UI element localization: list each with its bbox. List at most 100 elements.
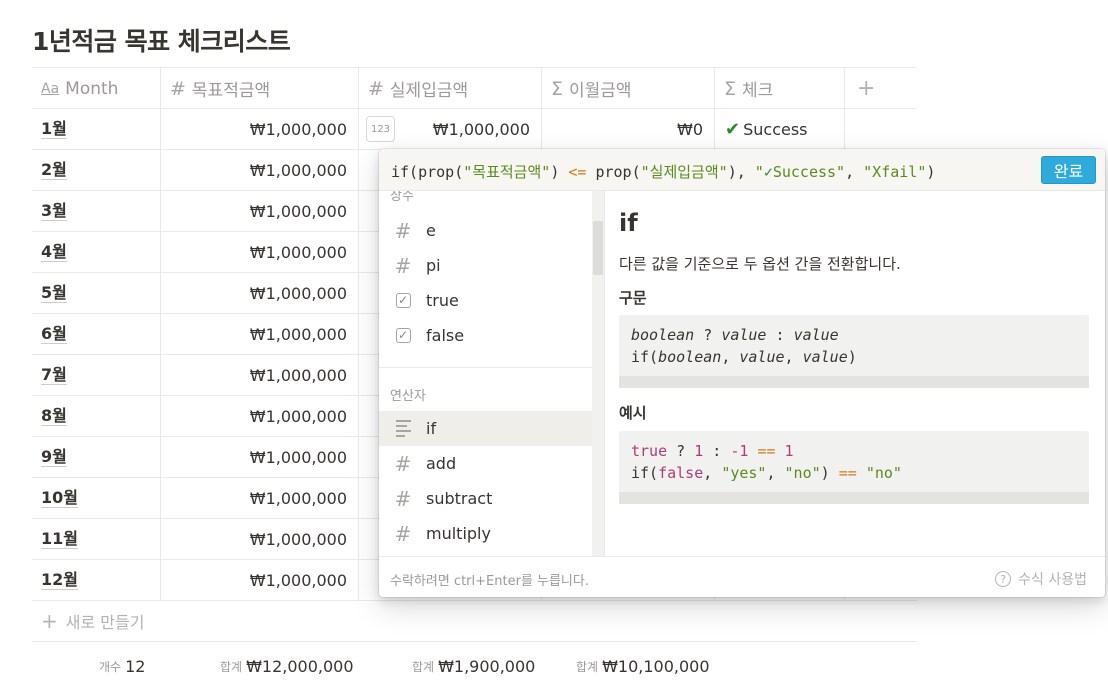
cell-target-amount[interactable]: ₩1,000,000 xyxy=(161,560,359,600)
formula-input-bar[interactable]: if(prop("목표적금액") <= prop("실제입금액"), "✓Suc… xyxy=(379,149,1105,191)
syntax-code-block: boolean ? value : value if(boolean, valu… xyxy=(619,315,1089,388)
function-item-e[interactable]: # e xyxy=(379,213,592,248)
cell-month[interactable]: 12월 xyxy=(32,560,161,600)
function-item-label: false xyxy=(426,326,465,345)
function-item-label: pi xyxy=(426,256,441,275)
formula-icon: Σ xyxy=(551,77,564,100)
checkbox-icon: ✓ xyxy=(394,292,412,310)
cell-month[interactable]: 1월 xyxy=(32,109,161,149)
function-description: 다른 값을 기준으로 두 옵션 간을 전환합니다. xyxy=(619,255,901,273)
column-header-actual[interactable]: # 실제입금액 xyxy=(359,68,542,109)
month-label: 2월 xyxy=(41,159,67,180)
code-scrollbar[interactable] xyxy=(619,492,1089,504)
month-label: 12월 xyxy=(41,569,78,590)
function-item-add[interactable]: # add xyxy=(379,446,592,481)
checkbox-icon: ✓ xyxy=(394,327,412,345)
footer-value: 12 xyxy=(125,656,146,676)
cell-month[interactable]: 5월 xyxy=(32,273,161,313)
table-row[interactable]: 1월 ₩1,000,000 123 ₩1,000,000 ₩0 ✔ Success xyxy=(32,109,917,150)
month-label: 7월 xyxy=(41,364,67,385)
function-list: 상수 # e # pi ✓ true ✓ false 연산자 if # add # subtract #… xyxy=(379,191,592,556)
cell-month[interactable]: 11월 xyxy=(32,519,161,559)
popup-footer: 수락하려면 ctrl+Enter를 누릅니다. ? 수식 사용법 xyxy=(379,556,1105,597)
number-format-badge[interactable]: 123 xyxy=(366,116,395,142)
check-value: Success xyxy=(743,119,808,139)
function-item-pi[interactable]: # pi xyxy=(379,248,592,283)
syntax-heading: 구문 xyxy=(619,289,647,307)
section-label-operators: 연산자 xyxy=(390,389,426,404)
cell-target-amount[interactable]: ₩1,000,000 xyxy=(161,150,359,190)
number-icon: # xyxy=(394,486,412,511)
month-label: 11월 xyxy=(41,528,78,549)
function-item-multiply[interactable]: # multiply xyxy=(379,516,592,551)
cell-month[interactable]: 4월 xyxy=(32,232,161,272)
cell-actual-amount[interactable]: 123 ₩1,000,000 xyxy=(359,109,542,149)
function-item-true[interactable]: ✓ true xyxy=(379,283,592,318)
cell-month[interactable]: 2월 xyxy=(32,150,161,190)
example-heading: 예시 xyxy=(619,404,647,422)
footer-target-sum[interactable]: 합계 ₩12,000,000 xyxy=(220,646,354,686)
column-header-target[interactable]: # 목표적금액 xyxy=(161,68,359,109)
function-item-false[interactable]: ✓ false xyxy=(379,318,592,353)
new-row-button[interactable]: + 새로 만들기 xyxy=(32,601,917,642)
footer-label: 합계 xyxy=(220,659,243,674)
number-icon: # xyxy=(368,77,384,100)
month-label: 4월 xyxy=(41,241,67,262)
footer-label: 합계 xyxy=(576,659,599,674)
plus-icon: + xyxy=(857,76,876,101)
done-button[interactable]: 완료 xyxy=(1041,156,1096,184)
plus-icon: + xyxy=(41,609,58,633)
column-label: 목표적금액 xyxy=(191,81,271,101)
cell-month[interactable]: 10월 xyxy=(32,478,161,518)
code-scrollbar[interactable] xyxy=(619,376,1089,388)
cell-month[interactable]: 8월 xyxy=(32,396,161,436)
footer-value: ₩12,000,000 xyxy=(246,656,354,676)
cell-target-amount[interactable]: ₩1,000,000 xyxy=(161,355,359,395)
help-icon: ? xyxy=(995,571,1012,587)
table-footer: 개수 12 합계 ₩12,000,000 합계 ₩1,900,000 합계 ₩1… xyxy=(32,646,917,686)
cell-target-amount[interactable]: ₩1,000,000 xyxy=(161,396,359,436)
cell-target-amount[interactable]: ₩1,000,000 xyxy=(161,314,359,354)
month-label: 3월 xyxy=(41,200,67,221)
cell-target-amount[interactable]: ₩1,000,000 xyxy=(161,191,359,231)
cell-target-amount[interactable]: ₩1,000,000 xyxy=(161,232,359,272)
formula-icon: Σ xyxy=(724,77,737,100)
function-item-subtract[interactable]: # subtract xyxy=(379,481,592,516)
column-header-check[interactable]: Σ 체크 xyxy=(715,68,845,109)
footer-value: ₩10,100,000 xyxy=(602,656,710,676)
number-icon: # xyxy=(394,253,412,278)
page-title[interactable]: 1년적금 목표 체크리스트 xyxy=(32,22,291,58)
cell-month[interactable]: 9월 xyxy=(32,437,161,477)
month-label: 6월 xyxy=(41,323,67,344)
column-header-carry[interactable]: Σ 이월금액 xyxy=(542,68,715,109)
number-icon: # xyxy=(170,77,186,100)
cell-check[interactable]: ✔ Success xyxy=(715,109,845,149)
cell-month[interactable]: 7월 xyxy=(32,355,161,395)
column-label: 체크 xyxy=(742,81,774,101)
formula-help-link[interactable]: ? 수식 사용법 xyxy=(995,569,1087,589)
cell-target-amount[interactable]: ₩1,000,000 xyxy=(161,437,359,477)
cell-month[interactable]: 6월 xyxy=(32,314,161,354)
cell-target-amount[interactable]: ₩1,000,000 xyxy=(161,519,359,559)
cell-carry-amount[interactable]: ₩0 xyxy=(542,109,715,149)
cell-target-amount[interactable]: ₩1,000,000 xyxy=(161,109,359,149)
column-header-month[interactable]: Aa Month xyxy=(32,68,161,109)
footer-actual-sum[interactable]: 합계 ₩1,900,000 xyxy=(412,646,535,686)
table-header: Aa Month # 목표적금액 # 실제입금액 Σ 이월금액 Σ 체크 + xyxy=(32,67,917,109)
function-item-label: e xyxy=(426,221,436,240)
cell-target-amount[interactable]: ₩1,000,000 xyxy=(161,273,359,313)
column-label: 이월금액 xyxy=(569,81,632,101)
formula-input[interactable]: if(prop("목표적금액") <= prop("실제입금액"), "✓Suc… xyxy=(391,161,935,182)
check-icon: ✔ xyxy=(725,118,741,140)
month-label: 8월 xyxy=(41,405,67,426)
cell-target-amount[interactable]: ₩1,000,000 xyxy=(161,478,359,518)
function-item-if[interactable]: if xyxy=(379,411,592,446)
text-lines-icon xyxy=(394,420,412,438)
footer-carry-sum[interactable]: 합계 ₩10,100,000 xyxy=(576,646,710,686)
cell-month[interactable]: 3월 xyxy=(32,191,161,231)
footer-count[interactable]: 개수 12 xyxy=(99,646,145,686)
number-icon: # xyxy=(394,451,412,476)
add-column-button[interactable]: + xyxy=(845,68,917,109)
example-code-block: true ? 1 : -1 == 1 if(false, "yes", "no"… xyxy=(619,431,1089,504)
list-scrollbar-thumb[interactable] xyxy=(593,221,603,275)
